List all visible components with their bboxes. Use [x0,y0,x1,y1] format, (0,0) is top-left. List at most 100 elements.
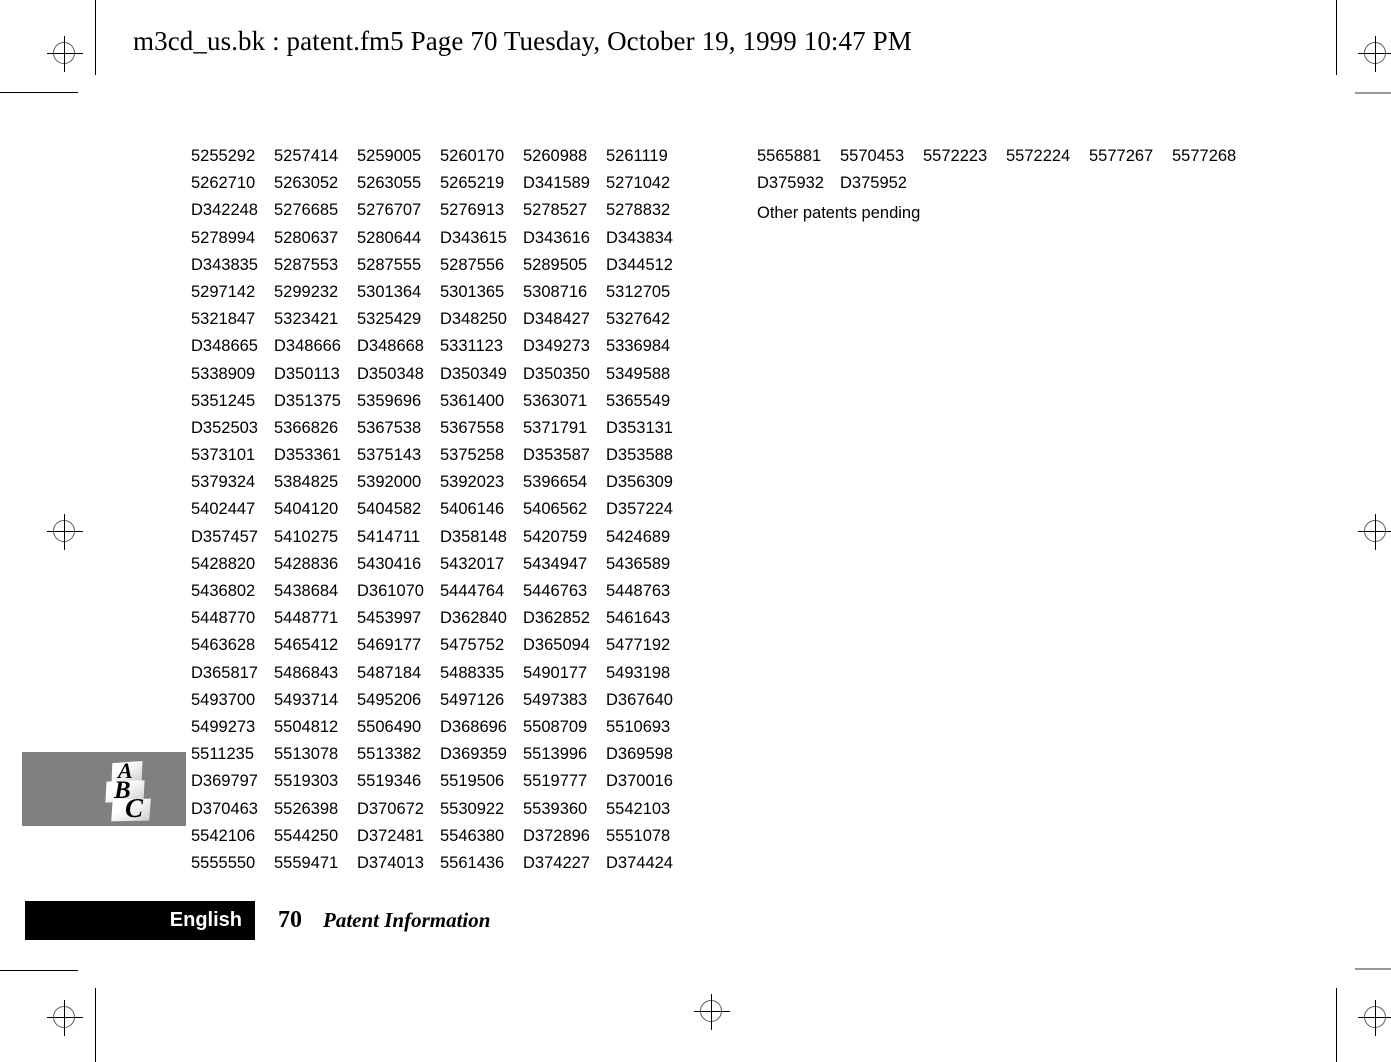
patent-number-cell: 5504812 [274,717,339,736]
crop-mark-bottom-left-horizontal [0,970,78,971]
patent-number-cell: 5308716 [523,282,588,301]
patent-number-cell: 5438684 [274,582,339,600]
patent-table-row: 5542106 5544250 D372481 5546380 D372896 55510… [191,826,689,855]
patent-table-row: 5493700 5493714 5495206 5497126 5497383 D3676… [191,690,689,719]
registration-mark-top-left [47,36,83,72]
patent-number-cell: 5392000 [357,473,422,492]
patent-number-cell: D367640 [606,690,673,709]
patent-number-cell: D348666 [274,337,341,356]
registration-mark-left-middle [47,514,83,550]
patent-number-cell: 5321847 [191,310,256,329]
registration-mark-top-right [1358,36,1391,72]
patent-number-cell: 5428820 [191,554,256,573]
patent-number-cell: 5297142 [191,282,256,301]
registration-vertical-icon [64,1000,65,1036]
patent-number-cell: 5572223 [923,147,988,165]
footer-language-bar: English [25,901,255,940]
patent-number-cell: D348668 [357,337,424,356]
patent-number-cell: 5323421 [274,310,339,329]
patent-number-cell: 5497126 [440,690,505,709]
patent-number-cell: D351375 [274,391,341,410]
patent-number-cell: 5287556 [440,255,505,274]
registration-horizontal-icon [694,1011,730,1012]
patent-number-cell: 5299232 [274,282,339,301]
patent-number-cell: 5551078 [606,826,671,845]
footer-section-title: Patent Information [323,908,491,932]
patent-table-row: D342248 5276685 5276707 5276913 5278527 52788… [191,202,689,229]
patent-number-cell: 5430416 [357,554,422,573]
patent-number-cell: D353588 [606,446,673,465]
patent-number-cell: 5446763 [523,582,588,600]
patent-number-cell: D370463 [191,799,258,818]
patent-number-cell: 5519506 [440,772,505,791]
crop-mark-top-right-vertical [1336,0,1337,75]
patent-number-cell: 5384825 [274,473,339,492]
patent-table-row: 5278994 5280637 5280644 D343615 D343616 D3438… [191,228,689,257]
patent-table-row: D357457 5410275 5414711 D358148 5420759 54246… [191,527,689,556]
patent-number-cell: 5262710 [191,174,256,193]
patent-number-cell: 5365549 [606,391,671,410]
patent-number-cell: 5312705 [606,282,671,301]
patent-number-cell: 5453997 [357,609,422,628]
patent-number-cell: 5493714 [274,690,339,709]
patent-table-row: 5351245 D351375 5359696 5361400 5363071 53655… [191,391,689,420]
patent-number-cell: D349273 [523,337,590,356]
registration-horizontal-icon [47,53,83,54]
patent-table-row: 5428820 5428836 5430416 5432017 5434947 54365… [191,554,689,583]
patent-number-cell: 5414711 [357,527,421,546]
patent-number-cell: 5260170 [440,147,505,165]
patent-number-cell: 5577268 [1172,147,1237,165]
patent-number-cell: 5555550 [191,853,256,872]
other-patents-pending-note: Other patents pending [757,204,921,222]
patent-number-cell: 5336984 [606,337,671,356]
registration-vertical-icon [64,36,65,72]
abc-letter-c: C [125,793,144,823]
patent-number-cell: 5519346 [357,772,422,791]
registration-horizontal-icon [47,531,83,532]
patent-number-cell: 5410275 [274,527,339,546]
patent-number-cell: 5265219 [440,174,505,193]
patent-number-cell: 5271042 [606,174,671,193]
patent-number-cell: 5260988 [523,147,588,165]
patent-number-cell: 5406562 [523,500,588,519]
patent-number-cell: 5287553 [274,255,339,274]
patent-table-row: 5338909 D350113 D350348 D350349 D350350 53495… [191,364,689,393]
patent-number-cell: D374227 [523,853,590,872]
patent-table-row: 5499273 5504812 5506490 D368696 5508709 55106… [191,717,689,746]
patent-number-cell [1172,175,1255,202]
patent-number-cell: 5493198 [606,663,671,682]
patent-number-cell: 5363071 [523,391,588,410]
patent-number-cell: 5367558 [440,418,505,437]
patent-number-cell: 5289505 [523,255,588,274]
patent-number-cell: 5367538 [357,418,422,437]
patent-number-cell: D350349 [440,364,507,383]
patent-number-cell [1006,175,1089,202]
patent-number-cell: 5511235 [191,745,255,764]
crop-mark-top-left-horizontal [0,92,78,93]
patent-number-cell: 5448771 [274,609,339,628]
patent-number-cell: 5477192 [606,636,671,655]
patent-number-cell: 5436589 [606,554,671,573]
patent-number-cell: 5301364 [357,282,422,301]
patent-number-cell: 5287555 [357,255,422,274]
registration-mark-bottom-right [1358,1000,1391,1036]
patent-number-cell: 5434947 [523,554,588,573]
patent-number-cell: 5463628 [191,636,256,655]
patent-number-cell: 5392023 [440,473,505,492]
patent-number-cell: 5436802 [191,582,256,600]
registration-vertical-icon [1375,1000,1376,1036]
patent-number-cell: 5280637 [274,228,339,247]
patent-table-row: 5379324 5384825 5392000 5392023 5396654 D3563… [191,474,689,501]
patent-number-cell: 5278832 [606,201,671,220]
patent-number-cell: D375932 [757,174,824,193]
patent-table-row: 5321847 5323421 5325429 D348250 D348427 53276… [191,311,689,338]
crop-mark-bottom-right-vertical [1336,988,1337,1062]
patent-number-cell: 5546380 [440,826,505,845]
patent-number-cell: 5278527 [523,201,588,220]
patent-number-cell: D350113 [274,364,340,383]
patent-number-cell: 5255292 [191,147,256,165]
registration-vertical-icon [711,994,712,1030]
patent-number-cell: 5424689 [606,527,671,546]
patent-number-cell: D365094 [523,636,590,655]
patent-number-cell: D375952 [840,174,907,193]
